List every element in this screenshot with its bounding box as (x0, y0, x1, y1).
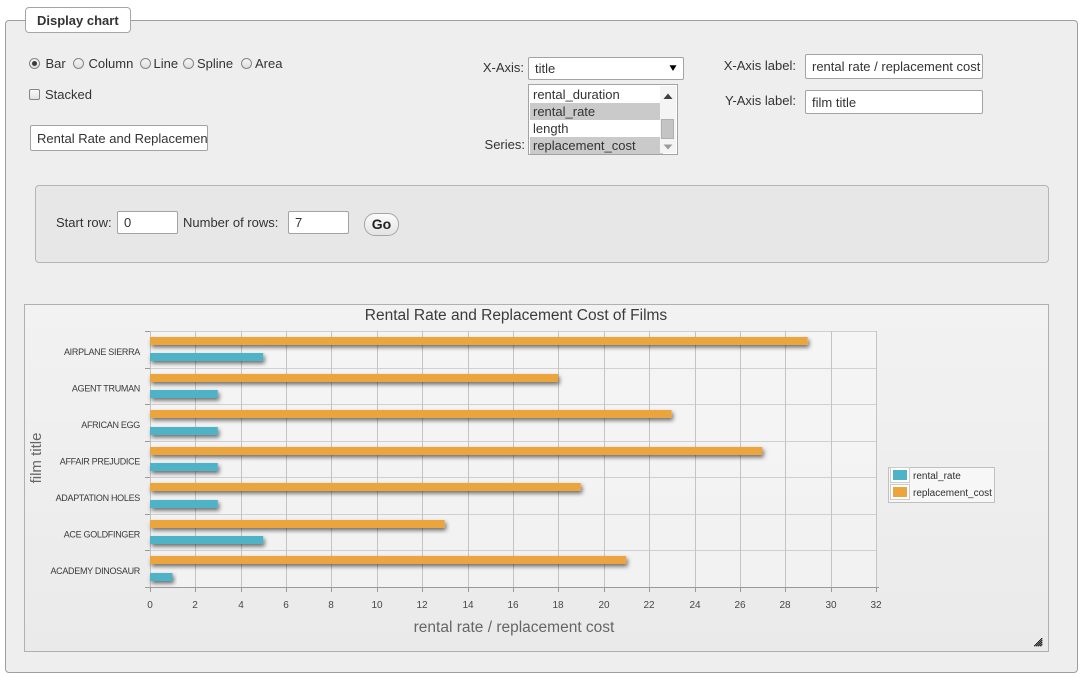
svg-text:4: 4 (238, 600, 244, 611)
svg-text:2: 2 (192, 600, 198, 611)
svg-text:ACADEMY DINOSAUR: ACADEMY DINOSAUR (50, 566, 140, 576)
svg-text:Rental Rate and Replacement Co: Rental Rate and Replacement Cost of Film… (365, 307, 668, 324)
svg-text:replacement_cost: replacement_cost (913, 488, 992, 499)
svg-text:10: 10 (371, 600, 383, 611)
svg-text:16: 16 (507, 600, 519, 611)
svg-text:26: 26 (734, 600, 746, 611)
svg-text:28: 28 (779, 600, 791, 611)
svg-text:6: 6 (283, 600, 289, 611)
svg-text:rental rate / replacement cost: rental rate / replacement cost (414, 619, 615, 636)
svg-text:20: 20 (598, 600, 610, 611)
svg-text:30: 30 (825, 600, 837, 611)
svg-text:32: 32 (870, 600, 882, 611)
svg-text:ACE GOLDFINGER: ACE GOLDFINGER (64, 530, 141, 540)
svg-text:8: 8 (328, 600, 334, 611)
svg-text:18: 18 (552, 600, 564, 611)
svg-text:AFRICAN EGG: AFRICAN EGG (81, 420, 140, 430)
svg-text:AIRPLANE SIERRA: AIRPLANE SIERRA (64, 347, 140, 357)
svg-text:film title: film title (28, 433, 45, 484)
svg-text:rental_rate: rental_rate (913, 471, 961, 482)
svg-text:AFFAIR PREJUDICE: AFFAIR PREJUDICE (60, 457, 141, 467)
svg-text:12: 12 (416, 600, 428, 611)
svg-text:0: 0 (147, 600, 153, 611)
svg-text:14: 14 (462, 600, 474, 611)
svg-text:24: 24 (689, 600, 701, 611)
svg-text:22: 22 (643, 600, 655, 611)
svg-text:AGENT TRUMAN: AGENT TRUMAN (72, 383, 140, 393)
svg-text:ADAPTATION HOLES: ADAPTATION HOLES (56, 493, 141, 503)
